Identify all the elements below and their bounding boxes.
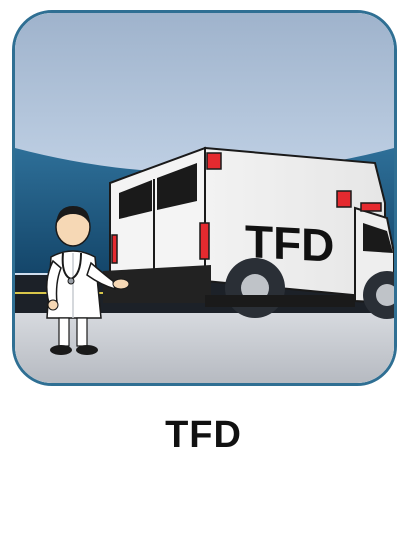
top-light-2 [336, 190, 352, 208]
top-light-3 [360, 202, 382, 212]
doctor-shoe-left [50, 345, 72, 355]
app-icon-tile[interactable]: TFD [12, 10, 397, 386]
rear-wheel [225, 258, 285, 318]
undercarriage [205, 295, 355, 307]
ground [15, 313, 394, 383]
rear-light-right [199, 222, 210, 260]
top-light-1 [206, 152, 222, 170]
rear-light-left [111, 234, 118, 264]
ambulance-doctor-icon: TFD [15, 13, 394, 383]
ambulance: TFD [103, 146, 394, 319]
doctor-shoe-right [76, 345, 98, 355]
app-label: TFD [165, 414, 242, 456]
